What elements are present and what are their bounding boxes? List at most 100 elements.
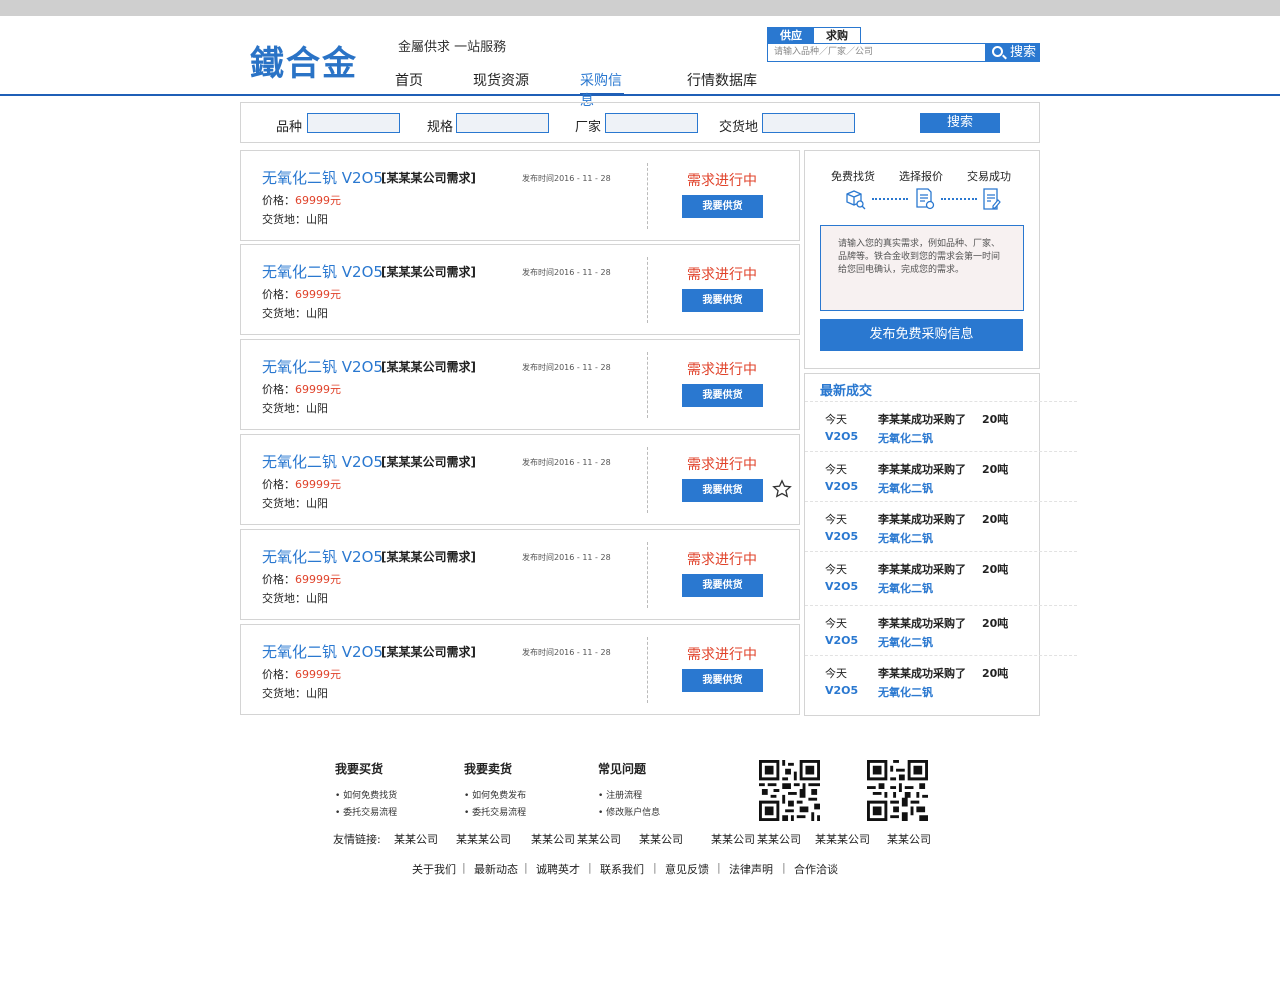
- listing-title[interactable]: 无氧化二钒 V2O5: [262, 261, 383, 282]
- listing-date: 发布时间2016 - 11 - 28: [522, 174, 611, 183]
- listing-price: 价格：69999元: [262, 476, 341, 492]
- star-icon[interactable]: [772, 479, 792, 499]
- friend-link[interactable]: 某某公司: [757, 831, 801, 847]
- tab-supply[interactable]: 供应: [768, 28, 814, 43]
- friend-link[interactable]: 某某公司: [577, 831, 621, 847]
- supply-button[interactable]: 我要供货: [682, 289, 763, 312]
- footer-separator: |: [524, 861, 528, 874]
- price-value: 69999元: [295, 573, 341, 586]
- nav-spot-resources[interactable]: 现货资源: [473, 70, 529, 96]
- deal-quantity: 20吨: [982, 667, 1009, 680]
- footer-link[interactable]: • 修改账户信息: [598, 805, 660, 818]
- footer-cooperation-link[interactable]: 合作洽谈: [794, 861, 838, 877]
- deal-product[interactable]: 无氧化二钒: [878, 580, 933, 596]
- deal-row: 今天 李某某成功采购了 20吨 V2O5 无氧化二钒: [805, 401, 1077, 451]
- deal-product[interactable]: 无氧化二钒: [878, 634, 933, 650]
- filter-manufacturer-input[interactable]: [605, 113, 698, 133]
- listing-company: [某某某公司需求]: [381, 455, 476, 469]
- footer-link[interactable]: • 如何免费发布: [464, 788, 526, 801]
- footer-separator: |: [653, 861, 657, 874]
- friend-link[interactable]: 某某某公司: [456, 831, 511, 847]
- footer-link-label: 委托交易流程: [343, 808, 398, 818]
- deal-row: 今天 李某某成功采购了 20吨 V2O5 无氧化二钒: [805, 451, 1077, 501]
- footer-contact-link[interactable]: 联系我们: [600, 861, 644, 877]
- site-logo[interactable]: 鐵合金: [250, 36, 358, 85]
- footer-link[interactable]: • 委托交易流程: [464, 805, 526, 818]
- friend-link[interactable]: 某某公司: [394, 831, 438, 847]
- footer-legal-link[interactable]: 法律声明: [729, 861, 773, 877]
- deal-product[interactable]: 无氧化二钒: [878, 530, 933, 546]
- deal-code[interactable]: V2O5: [825, 580, 858, 593]
- footer-feedback-link[interactable]: 意见反馈: [665, 861, 709, 877]
- listing-delivery: 交货地：山阳: [262, 687, 328, 700]
- filter-label-variety: 品种: [276, 120, 303, 135]
- filter-search-button[interactable]: 搜索: [920, 113, 1000, 133]
- filter-spec-input[interactable]: [456, 113, 549, 133]
- status-badge: 需求进行中: [687, 647, 757, 663]
- footer-separator: |: [717, 861, 721, 874]
- step-connector: [872, 198, 908, 200]
- footer-news-link[interactable]: 最新动态: [474, 861, 518, 877]
- listing-price: 价格：69999元: [262, 192, 341, 208]
- listing-company: [某某某公司需求]: [381, 171, 476, 185]
- filter-variety-input[interactable]: [307, 113, 400, 133]
- price-label: 价格：: [262, 288, 295, 301]
- deal-product[interactable]: 无氧化二钒: [878, 684, 933, 700]
- nav-market-database[interactable]: 行情数据库: [687, 70, 757, 96]
- deal-code[interactable]: V2O5: [825, 530, 858, 543]
- divider: [647, 257, 648, 323]
- tab-purchase[interactable]: 求购: [814, 28, 860, 43]
- search-input[interactable]: 请输入品种／厂家／公司: [767, 43, 986, 62]
- footer-about-link[interactable]: 关于我们: [412, 861, 456, 877]
- friend-link[interactable]: 某某公司: [711, 831, 755, 847]
- footer-link[interactable]: • 注册流程: [598, 788, 642, 801]
- footer-link[interactable]: • 如何免费找货: [335, 788, 397, 801]
- status-badge: 需求进行中: [687, 362, 757, 378]
- search-button[interactable]: 搜索: [986, 43, 1040, 62]
- friend-link[interactable]: 某某公司: [639, 831, 683, 847]
- footer-link-label: 委托交易流程: [472, 808, 527, 818]
- footer-jobs-link[interactable]: 诚聘英才: [536, 861, 580, 877]
- supply-button[interactable]: 我要供货: [682, 384, 763, 407]
- deal-code[interactable]: V2O5: [825, 634, 858, 647]
- listing-card: 无氧化二钒 V2O5 [某某某公司需求] 发布时间2016 - 11 - 28 …: [240, 529, 800, 620]
- deal-day: 今天: [825, 563, 847, 576]
- requirement-note[interactable]: 请输入您的真实需求，例如品种、厂家、品牌等。铁合金收到您的需求会第一时间给您回电…: [820, 225, 1024, 311]
- friend-link[interactable]: 某某公司: [531, 831, 575, 847]
- status-badge: 需求进行中: [687, 552, 757, 568]
- listing-title[interactable]: 无氧化二钒 V2O5: [262, 641, 383, 662]
- deal-product[interactable]: 无氧化二钒: [878, 480, 933, 496]
- deal-day: 今天: [825, 413, 847, 426]
- deal-code[interactable]: V2O5: [825, 684, 858, 697]
- listing-company: [某某某公司需求]: [381, 360, 476, 374]
- deal-code[interactable]: V2O5: [825, 430, 858, 443]
- deal-quantity: 20吨: [982, 563, 1009, 576]
- supply-button[interactable]: 我要供货: [682, 479, 763, 502]
- footer-link[interactable]: • 委托交易流程: [335, 805, 397, 818]
- document-quote-icon: [916, 188, 935, 210]
- nav-purchase-info[interactable]: 采购信息: [580, 70, 624, 109]
- status-badge: 需求进行中: [687, 457, 757, 473]
- footer-col-faq-title: 常见问题: [598, 762, 647, 776]
- price-value: 69999元: [295, 383, 341, 396]
- deal-buyer: 李某某成功采购了: [878, 413, 966, 426]
- nav-home[interactable]: 首页: [395, 70, 423, 96]
- step-label-find: 免费找货: [831, 170, 875, 183]
- supply-button[interactable]: 我要供货: [682, 574, 763, 597]
- supply-button[interactable]: 我要供货: [682, 195, 763, 218]
- deal-code[interactable]: V2O5: [825, 480, 858, 493]
- filter-delivery-input[interactable]: [762, 113, 855, 133]
- listing-title[interactable]: 无氧化二钒 V2O5: [262, 167, 383, 188]
- friend-link[interactable]: 某某公司: [887, 831, 931, 847]
- friend-link[interactable]: 某某某公司: [815, 831, 870, 847]
- listing-title[interactable]: 无氧化二钒 V2O5: [262, 546, 383, 567]
- supply-button[interactable]: 我要供货: [682, 669, 763, 692]
- listing-card: 无氧化二钒 V2O5 [某某某公司需求] 发布时间2016 - 11 - 28 …: [240, 150, 800, 241]
- publish-purchase-button[interactable]: 发布免费采购信息: [820, 319, 1023, 351]
- listing-title[interactable]: 无氧化二钒 V2O5: [262, 356, 383, 377]
- deal-product[interactable]: 无氧化二钒: [878, 430, 933, 446]
- listing-date: 发布时间2016 - 11 - 28: [522, 268, 611, 277]
- search-tabs: 供应 求购: [767, 27, 861, 43]
- listing-title[interactable]: 无氧化二钒 V2O5: [262, 451, 383, 472]
- deal-day: 今天: [825, 513, 847, 526]
